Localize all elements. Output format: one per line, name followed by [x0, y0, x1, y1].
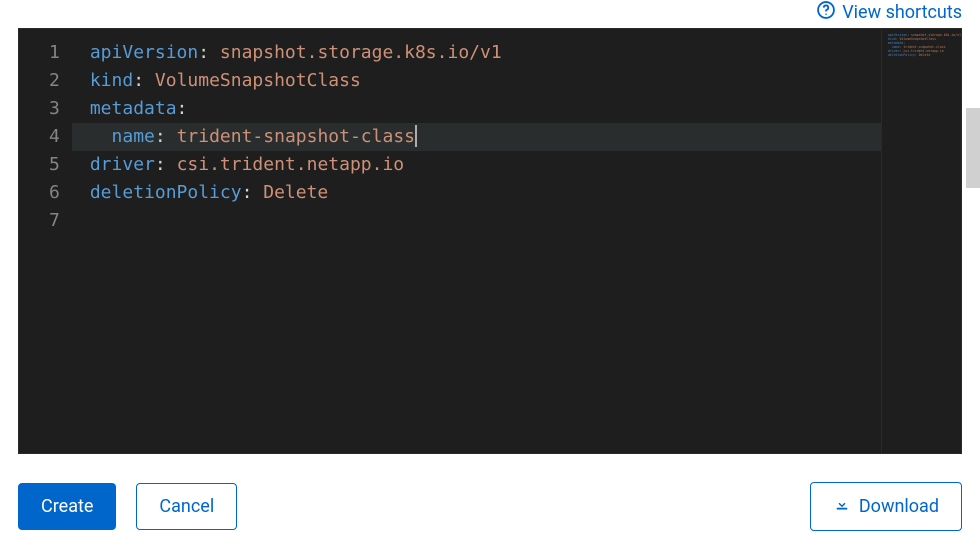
code-line[interactable]: apiVersion: snapshot.storage.k8s.io/v1 — [72, 39, 881, 67]
code-line[interactable]: metadata: — [72, 95, 881, 123]
yaml-editor[interactable]: 1234567 apiVersion: snapshot.storage.k8s… — [18, 28, 962, 454]
code-line[interactable]: deletionPolicy: Delete — [72, 179, 881, 207]
scrollbar-slider[interactable] — [966, 108, 980, 188]
line-gutter: 1234567 — [19, 29, 72, 453]
footer-actions: Create Cancel Download — [18, 482, 962, 531]
code-area[interactable]: apiVersion: snapshot.storage.k8s.io/v1ki… — [72, 29, 881, 453]
line-number: 6 — [49, 179, 60, 207]
code-line[interactable] — [72, 207, 881, 235]
question-circle-icon — [816, 0, 836, 25]
create-label: Create — [41, 496, 93, 517]
view-shortcuts-label: View shortcuts — [842, 2, 962, 23]
code-line[interactable]: kind: VolumeSnapshotClass — [72, 67, 881, 95]
line-number: 2 — [49, 67, 60, 95]
line-number: 1 — [49, 39, 60, 67]
code-line[interactable]: name: trident-snapshot-class — [72, 123, 881, 151]
line-number: 3 — [49, 95, 60, 123]
download-label: Download — [859, 496, 939, 517]
line-number: 7 — [49, 207, 60, 235]
code-line[interactable]: driver: csi.trident.netapp.io — [72, 151, 881, 179]
view-shortcuts-link[interactable]: View shortcuts — [816, 0, 962, 25]
cancel-label: Cancel — [159, 496, 214, 517]
cancel-button[interactable]: Cancel — [136, 483, 237, 530]
line-number: 5 — [49, 151, 60, 179]
editor-minimap[interactable]: apiVersion: snapshot.storage.k8s.io/v1ki… — [881, 29, 961, 453]
download-icon — [833, 495, 851, 518]
create-button[interactable]: Create — [18, 483, 116, 530]
editor-overview-ruler[interactable] — [966, 28, 980, 454]
download-button[interactable]: Download — [810, 482, 962, 531]
line-number: 4 — [49, 123, 60, 151]
text-cursor — [415, 125, 417, 147]
